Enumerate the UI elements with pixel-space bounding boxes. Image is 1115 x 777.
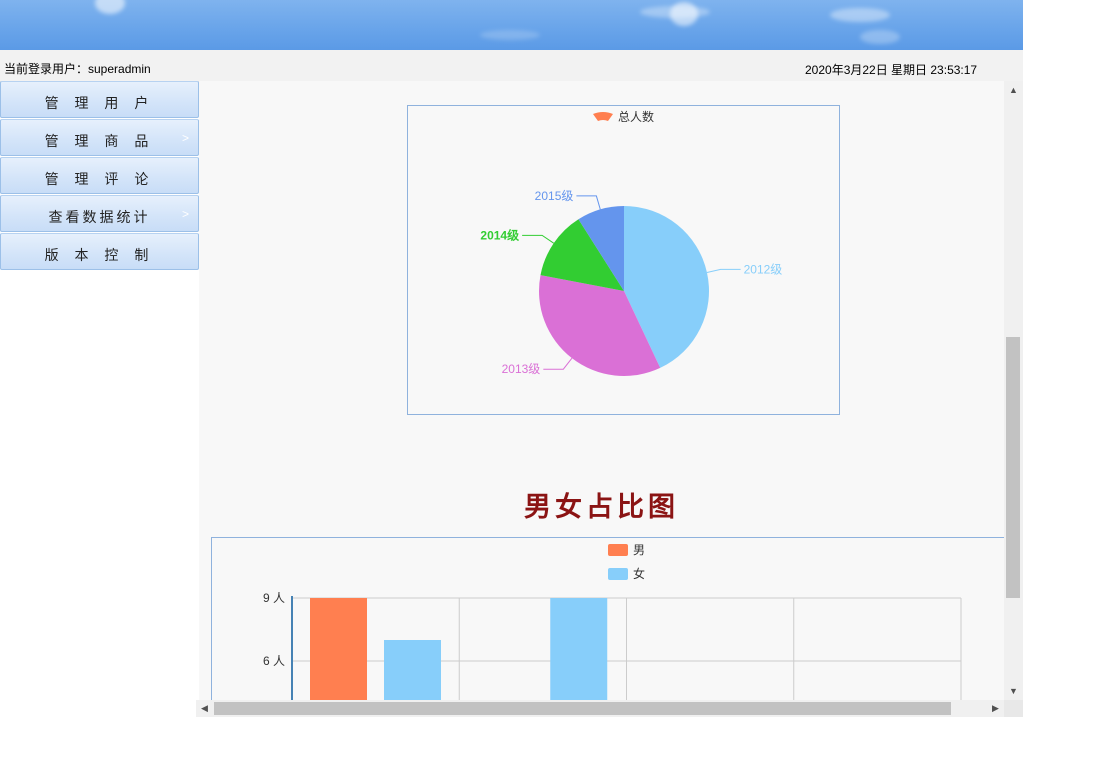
main-content: 总人数 2012级 2013级 2014级 2015级 男女占比图 男女 9 人 6 人 [199, 81, 1004, 700]
header-banner [0, 0, 1023, 50]
legend-swatch-icon [593, 112, 613, 121]
chevron-right-icon: > [181, 207, 189, 221]
menu-item-view-statistics[interactable]: 查看数据统计 > [0, 195, 199, 232]
bar-chart-title: 男女占比图 [524, 492, 679, 523]
pie-label-line [576, 195, 601, 210]
vertical-scroll-thumb[interactable] [1006, 337, 1020, 598]
pie-label-line [543, 357, 573, 370]
pie-slice-label: 2012级 [744, 262, 783, 276]
menu-item-label: 版 本 控 制 [44, 247, 155, 263]
pie-slice-label: 2014级 [480, 227, 519, 242]
y-tick-label: 9 人 [263, 591, 285, 605]
horizontal-scroll-thumb[interactable] [214, 702, 951, 715]
scroll-left-icon[interactable]: ◀ [201, 704, 208, 713]
bar-chart-panel: 男女 9 人 6 人 [211, 537, 1004, 700]
scrollbar-corner [1004, 700, 1023, 717]
menu-item-label: 管 理 商 品 [44, 133, 155, 149]
pie-chart: 总人数 2012级 2013级 2014级 2015级 [480, 109, 783, 376]
pie-chart-panel: 总人数 2012级 2013级 2014级 2015级 [407, 105, 840, 415]
y-tick-label: 6 人 [263, 654, 285, 668]
menu-item-label: 查看数据统计 [48, 209, 151, 225]
menu-item-label: 管 理 评 论 [44, 171, 155, 187]
bar [310, 598, 367, 700]
menu-item-version-control[interactable]: 版 本 控 制 [0, 233, 199, 270]
current-datetime: 2020年3月22日 星期日 23:53:17 [805, 63, 978, 77]
pie-label-line [706, 268, 741, 273]
pie-label-line [522, 234, 554, 244]
pie-legend-label: 总人数 [618, 109, 654, 124]
legend-swatch-icon [608, 544, 628, 556]
pie-legend: 总人数 [593, 109, 654, 124]
pie-slice-label: 2013级 [502, 362, 541, 376]
menu-item-manage-products[interactable]: 管 理 商 品 > [0, 119, 199, 156]
current-user-label: 当前登录用户：superadmin [4, 62, 151, 76]
pie-slice-label: 2015级 [535, 189, 574, 203]
legend-swatch-icon [608, 568, 628, 580]
scroll-right-icon[interactable]: ▶ [992, 704, 999, 713]
chevron-right-icon: > [181, 131, 189, 145]
bar-legend-label: 女 [633, 566, 645, 581]
bar-chart: 男女 9 人 6 人 [263, 543, 962, 700]
menu-item-manage-comments[interactable]: 管 理 评 论 [0, 157, 199, 194]
menu-item-manage-users[interactable]: 管 理 用 户 [0, 81, 199, 118]
user-info-bar: 当前登录用户：superadmin 2020年3月22日 星期日 23:53:1… [0, 50, 1023, 82]
bar-legend-label: 男 [633, 543, 645, 557]
sidebar-menu: 管 理 用 户 管 理 商 品 > 管 理 评 论 查看数据统计 > 版 本 控… [0, 81, 199, 272]
bar [384, 640, 441, 700]
scroll-down-icon[interactable]: ▼ [1009, 687, 1018, 696]
scroll-up-icon[interactable]: ▲ [1009, 86, 1018, 95]
bar [550, 598, 608, 700]
menu-item-label: 管 理 用 户 [44, 95, 155, 111]
